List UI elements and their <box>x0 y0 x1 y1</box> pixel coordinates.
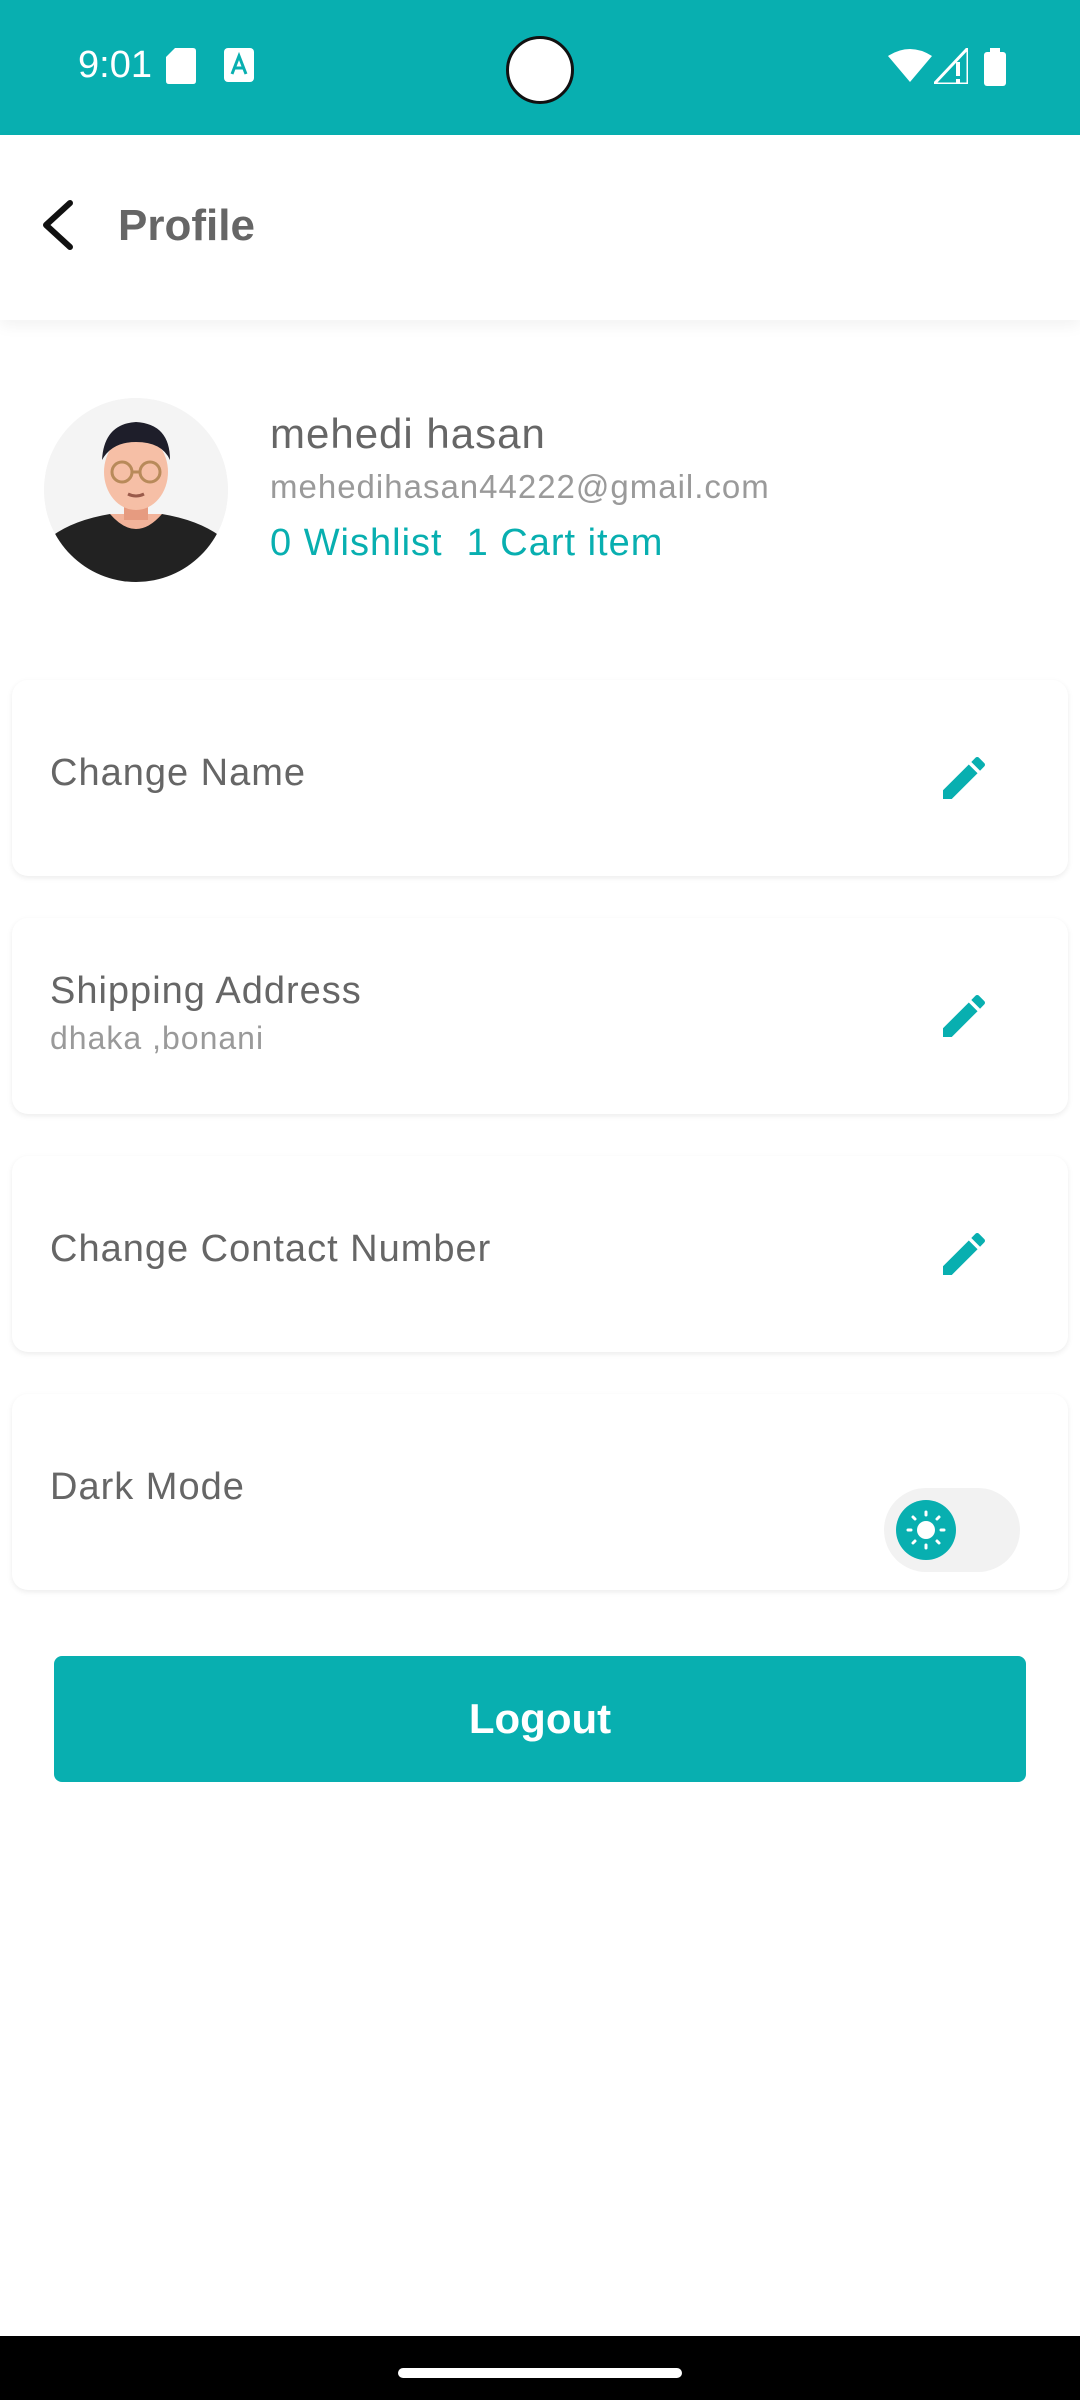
edit-pencil-icon[interactable] <box>936 750 992 806</box>
cart-count-link[interactable]: 1 Cart item <box>467 522 664 564</box>
page-title: Profile <box>118 201 255 250</box>
logout-button[interactable]: Logout <box>54 1656 1026 1782</box>
edit-pencil-icon[interactable] <box>936 988 992 1044</box>
wishlist-count-link[interactable]: 0 Wishlist <box>270 522 443 564</box>
camera-cutout <box>506 36 574 104</box>
battery-icon <box>984 48 1006 86</box>
toggle-knob <box>896 1500 956 1560</box>
keyboard-a-icon <box>224 48 254 82</box>
shipping-address-label: Shipping Address <box>50 970 362 1012</box>
change-name-label: Change Name <box>50 752 307 794</box>
dark-mode-label: Dark Mode <box>50 1466 245 1508</box>
back-arrow-icon[interactable] <box>36 195 84 255</box>
status-time: 9:01 <box>78 44 152 86</box>
home-indicator[interactable] <box>398 2368 682 2378</box>
sd-card-icon <box>166 48 196 84</box>
change-contact-card[interactable]: Change Contact Number <box>12 1156 1068 1352</box>
edit-pencil-icon[interactable] <box>936 1226 992 1282</box>
user-email: mehedihasan44222@gmail.com <box>270 468 770 505</box>
shipping-address-card[interactable]: Shipping Address dhaka ,bonani <box>12 918 1068 1114</box>
sun-icon <box>906 1510 946 1550</box>
user-avatar-illustration-icon <box>44 398 228 582</box>
user-name: mehedi hasan <box>270 410 546 457</box>
status-bar: 9:01 <box>0 0 1080 135</box>
signal-icon <box>934 48 968 84</box>
wifi-icon <box>888 49 932 82</box>
shipping-address-value: dhaka ,bonani <box>50 1020 265 1056</box>
profile-stats: 0 Wishlist 1 Cart item <box>270 522 687 565</box>
change-contact-label: Change Contact Number <box>50 1228 492 1270</box>
dark-mode-toggle[interactable] <box>884 1488 1020 1572</box>
change-name-card[interactable]: Change Name <box>12 680 1068 876</box>
app-bar: Profile <box>0 135 1080 320</box>
dark-mode-card: Dark Mode <box>12 1394 1068 1590</box>
avatar <box>44 398 228 582</box>
